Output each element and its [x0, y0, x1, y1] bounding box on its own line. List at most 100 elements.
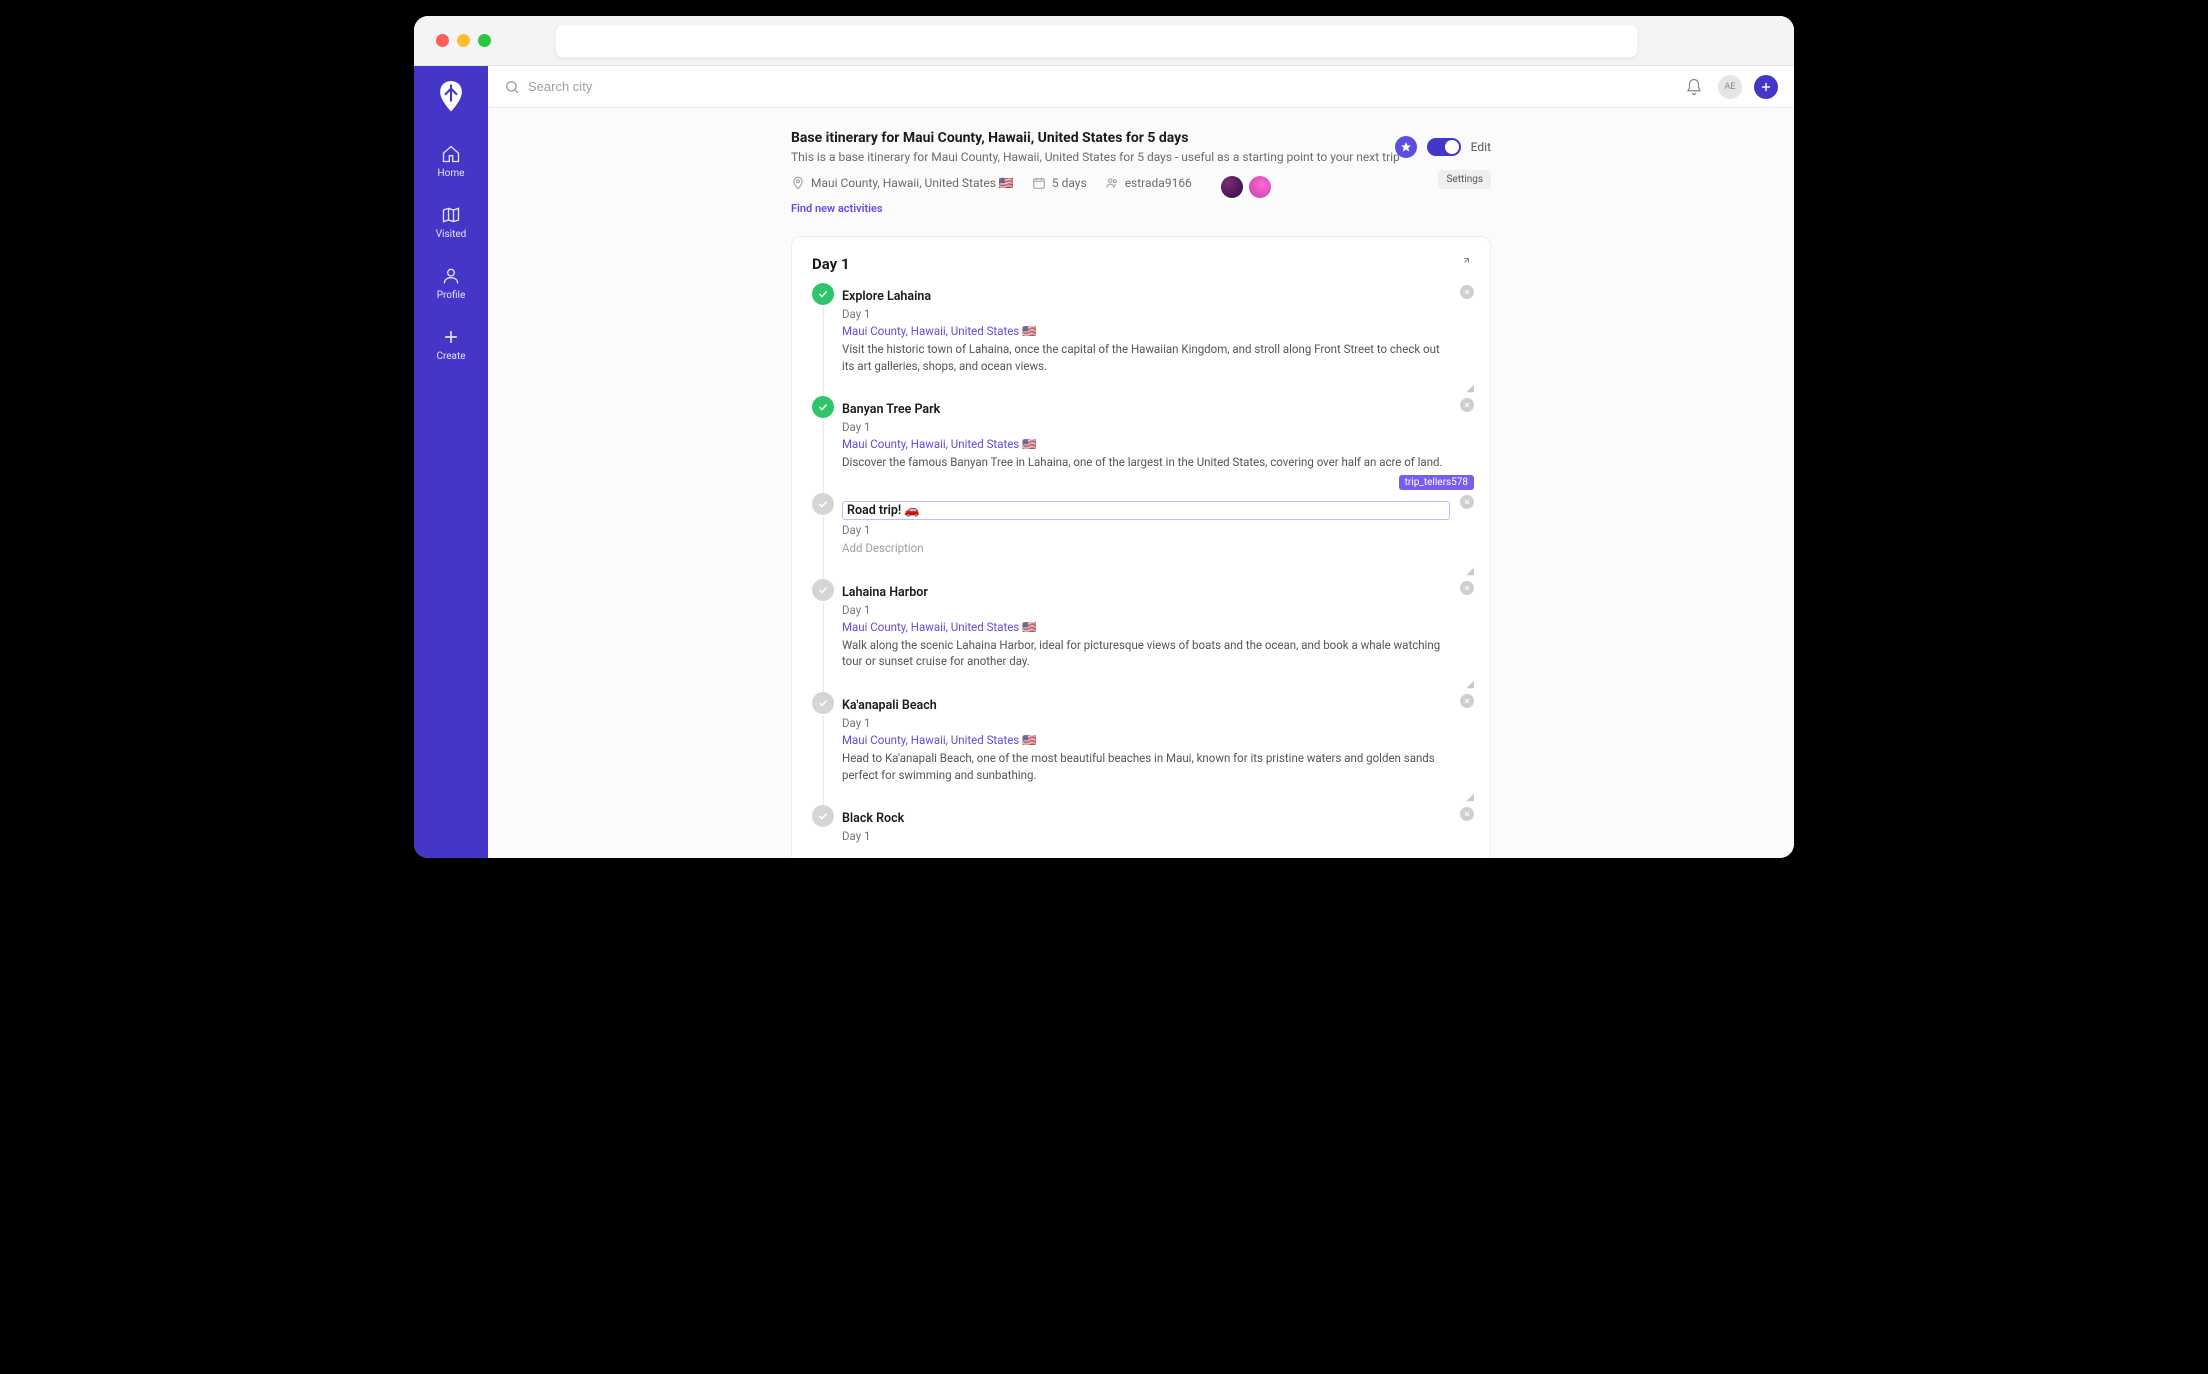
- user-avatar[interactable]: AE: [1718, 75, 1742, 99]
- expand-icon: [1458, 257, 1470, 269]
- sidebar-item-label: Profile: [437, 290, 466, 301]
- home-icon: [441, 144, 461, 164]
- fullscreen-window-button[interactable]: [478, 34, 491, 47]
- complete-toggle[interactable]: [812, 805, 834, 827]
- meta-duration-text: 5 days: [1052, 176, 1087, 190]
- close-window-button[interactable]: [436, 34, 449, 47]
- browser-omnibox[interactable]: [555, 24, 1638, 58]
- settings-tooltip: Settings: [1438, 170, 1491, 189]
- resize-handle[interactable]: ◢: [1466, 679, 1474, 690]
- content-scroll[interactable]: Base itinerary for Maui County, Hawaii, …: [488, 108, 1794, 858]
- resize-handle[interactable]: ◢: [1466, 792, 1474, 803]
- edit-toggle[interactable]: [1427, 138, 1461, 156]
- activity-title[interactable]: Black Rock: [842, 811, 1470, 826]
- activity-title[interactable]: Ka'anapali Beach: [842, 698, 1470, 713]
- collaborator-avatar-1[interactable]: [1221, 176, 1243, 198]
- check-icon: [817, 584, 829, 596]
- activity-item: Black Rock Day 1: [838, 805, 1470, 858]
- activity-item: Explore Lahaina Day 1 Maui County, Hawai…: [838, 283, 1470, 396]
- activity-item: Ka'anapali Beach Day 1 Maui County, Hawa…: [838, 692, 1470, 805]
- activity-title-editing[interactable]: Road trip! 🚗: [842, 501, 1450, 520]
- complete-toggle[interactable]: [812, 283, 834, 305]
- close-icon: [1463, 584, 1471, 592]
- meta-location-text: Maui County, Hawaii, United States 🇺🇸: [811, 176, 1014, 190]
- activity-title[interactable]: Lahaina Harbor: [842, 585, 1470, 600]
- meta-location: Maui County, Hawaii, United States 🇺🇸: [791, 176, 1014, 190]
- resize-handle[interactable]: ◢: [1466, 566, 1474, 577]
- activity-day-label: Day 1: [842, 603, 1470, 617]
- remove-activity-button[interactable]: [1460, 398, 1474, 412]
- page-title: Base itinerary for Maui County, Hawaii, …: [791, 130, 1491, 146]
- bell-icon: [1685, 78, 1703, 96]
- activity-day-label: Day 1: [842, 523, 1470, 537]
- remove-activity-button[interactable]: [1460, 694, 1474, 708]
- topbar-right: AE: [1682, 75, 1778, 99]
- search-input[interactable]: [528, 79, 1670, 94]
- day-title: Day 1: [812, 255, 850, 273]
- remove-activity-button[interactable]: [1460, 807, 1474, 821]
- close-icon: [1463, 288, 1471, 296]
- close-icon: [1463, 697, 1471, 705]
- search-icon: [504, 79, 520, 95]
- minimize-window-button[interactable]: [457, 34, 470, 47]
- sidebar-item-create[interactable]: Create: [414, 321, 488, 368]
- meta-author-text: estrada9166: [1125, 176, 1192, 190]
- sidebar-item-label: Create: [436, 351, 465, 362]
- activity-day-label: Day 1: [842, 829, 1470, 843]
- complete-toggle[interactable]: [812, 493, 834, 515]
- activity-day-label: Day 1: [842, 716, 1470, 730]
- search-wrap: [504, 79, 1670, 95]
- activity-description[interactable]: Head to Ka'anapali Beach, one of the mos…: [842, 750, 1452, 783]
- remove-activity-button[interactable]: [1460, 581, 1474, 595]
- activity-location[interactable]: Maui County, Hawaii, United States 🇺🇸: [842, 733, 1470, 747]
- star-icon: [1400, 141, 1412, 153]
- complete-toggle[interactable]: [812, 579, 834, 601]
- sidebar-item-visited[interactable]: Visited: [414, 199, 488, 246]
- users-icon: [1105, 176, 1119, 190]
- complete-toggle[interactable]: [812, 396, 834, 418]
- close-icon: [1463, 401, 1471, 409]
- window-frame: Home Visited Profile Create: [414, 16, 1794, 858]
- collaborator-tag: trip_tellers578: [1399, 475, 1474, 490]
- close-icon: [1463, 498, 1471, 506]
- meta-author: estrada9166: [1105, 176, 1192, 190]
- activity-item: trip_tellers578 Road trip! 🚗 Day 1 Add D…: [838, 493, 1470, 579]
- activity-item: Banyan Tree Park Day 1 Maui County, Hawa…: [838, 396, 1470, 493]
- find-activities-link[interactable]: Find new activities: [791, 202, 883, 215]
- expand-day-button[interactable]: [1458, 257, 1470, 272]
- collaborator-avatar-2[interactable]: [1249, 176, 1271, 198]
- activity-description[interactable]: Visit the historic town of Lahaina, once…: [842, 341, 1452, 374]
- remove-activity-button[interactable]: [1460, 495, 1474, 509]
- activity-description[interactable]: Discover the famous Banyan Tree in Lahai…: [842, 454, 1452, 471]
- collaborator-avatars: [1221, 176, 1271, 198]
- activity-title[interactable]: Banyan Tree Park: [842, 402, 1470, 417]
- plus-icon: [441, 327, 461, 347]
- activity-day-label: Day 1: [842, 420, 1470, 434]
- day-header: Day 1: [812, 255, 1470, 273]
- remove-activity-button[interactable]: [1460, 285, 1474, 299]
- header-actions: Edit: [1395, 136, 1491, 158]
- pin-icon: [791, 176, 805, 190]
- activity-title[interactable]: Explore Lahaina: [842, 289, 1470, 304]
- resize-handle[interactable]: ◢: [1466, 383, 1474, 394]
- activity-description-placeholder[interactable]: Add Description: [842, 540, 1452, 557]
- favorite-badge[interactable]: [1395, 136, 1417, 158]
- activity-location[interactable]: Maui County, Hawaii, United States 🇺🇸: [842, 437, 1470, 451]
- app-shell: Home Visited Profile Create: [414, 66, 1794, 858]
- activity-location[interactable]: Maui County, Hawaii, United States 🇺🇸: [842, 620, 1470, 634]
- check-icon: [817, 288, 829, 300]
- left-sidebar: Home Visited Profile Create: [414, 66, 488, 858]
- meta-duration: 5 days: [1032, 176, 1087, 190]
- map-icon: [441, 205, 461, 225]
- activity-timeline: Explore Lahaina Day 1 Maui County, Hawai…: [812, 283, 1470, 858]
- new-button[interactable]: [1754, 75, 1778, 99]
- complete-toggle[interactable]: [812, 692, 834, 714]
- calendar-icon: [1032, 176, 1046, 190]
- activity-location[interactable]: Maui County, Hawaii, United States 🇺🇸: [842, 324, 1470, 338]
- notifications-button[interactable]: [1682, 75, 1706, 99]
- plus-icon: [1759, 80, 1773, 94]
- page-subtitle: This is a base itinerary for Maui County…: [791, 150, 1491, 164]
- sidebar-item-profile[interactable]: Profile: [414, 260, 488, 307]
- sidebar-item-home[interactable]: Home: [414, 138, 488, 185]
- activity-description[interactable]: Walk along the scenic Lahaina Harbor, id…: [842, 637, 1452, 670]
